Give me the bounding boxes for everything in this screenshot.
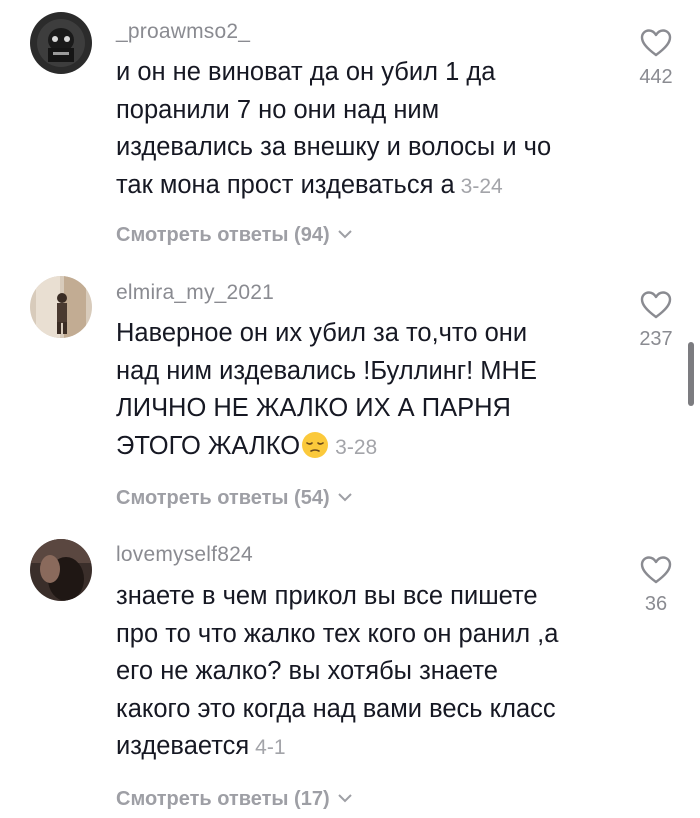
comment-date: 3-28: [335, 435, 378, 459]
heart-icon: [640, 29, 672, 57]
like-count: 237: [639, 328, 673, 350]
avatar[interactable]: [30, 12, 92, 74]
comment-text-segment: издевается: [116, 732, 250, 760]
like-button[interactable]: 36: [628, 555, 684, 616]
dark-figure-avatar-icon: [30, 12, 92, 74]
heart-icon: [640, 556, 672, 584]
heart-icon: [640, 291, 672, 319]
avatar[interactable]: [30, 539, 92, 601]
scrollbar-thumb[interactable]: [688, 342, 694, 406]
comment-date: 4-1: [255, 736, 286, 759]
comment-text-line: и он не виноват да он убил 1 да: [116, 58, 496, 86]
view-replies-button[interactable]: Смотреть ответы (94): [116, 224, 352, 247]
view-replies-label: Смотреть ответы (17): [116, 788, 330, 810]
comment-text-line: над ним издевались !Буллинг! МНЕ: [116, 356, 537, 385]
comment-text-line: так мона прост издеваться а 3-24: [116, 167, 616, 206]
chevron-down-icon: [337, 794, 352, 803]
like-count: 36: [644, 593, 668, 615]
comment-text: знаете в чем прикол вы все пишете про то…: [116, 578, 616, 767]
pensive-face-emoji-icon: [302, 431, 329, 458]
comment-text-segment: ЭТОГО ЖАЛКО: [116, 431, 301, 460]
comment-text-segment: так мона прост издеваться а: [116, 170, 455, 199]
comment-text-line: про то что жалко тех кого он ранил ,а: [116, 619, 559, 648]
view-replies-label: Смотреть ответы (94): [116, 224, 330, 246]
comment-text-line: Наверное он их убил за то,что они: [116, 319, 528, 347]
comment-text-line: его не жалко? вы хотябы знаете: [116, 657, 498, 685]
like-button[interactable]: 442: [628, 28, 684, 89]
comment-text-line: знаете в чем прикол вы все пишете: [116, 582, 538, 610]
avatar[interactable]: [30, 276, 92, 338]
dark-hair-avatar-icon: [30, 539, 92, 601]
comment-text-line: какого это когда над вами весь класс: [116, 694, 556, 723]
comment-text-line: поранили 7 но они над ним: [116, 95, 440, 124]
like-button[interactable]: 237: [628, 290, 684, 351]
comment-text-line: ЭТОГО ЖАЛКО 3-28: [116, 428, 616, 467]
mirror-selfie-avatar-icon: [30, 276, 92, 338]
comment-text-line: ЛИЧНО НЕ ЖАЛКО ИХ А ПАРНЯ: [116, 394, 511, 422]
chevron-down-icon: [337, 493, 352, 502]
comment-date: 3-24: [460, 174, 503, 198]
like-count: 442: [639, 66, 673, 88]
comment-text: Наверное он их убил за то,что они над ни…: [116, 315, 616, 466]
comment-username[interactable]: lovemyself824: [116, 543, 253, 567]
comment-text-line: издевается 4-1: [116, 728, 616, 767]
comment-username[interactable]: elmira_my_2021: [116, 281, 274, 305]
view-replies-button[interactable]: Смотреть ответы (17): [116, 788, 352, 811]
view-replies-label: Смотреть ответы (54): [116, 487, 330, 509]
view-replies-button[interactable]: Смотреть ответы (54): [116, 487, 352, 510]
chevron-down-icon: [337, 230, 352, 239]
comment-text-line: издевались за внешку и волосы и чо: [116, 133, 552, 161]
comment-text: и он не виноват да он убил 1 да поранили…: [116, 54, 616, 205]
comment-username[interactable]: _proawmso2_: [116, 20, 250, 44]
